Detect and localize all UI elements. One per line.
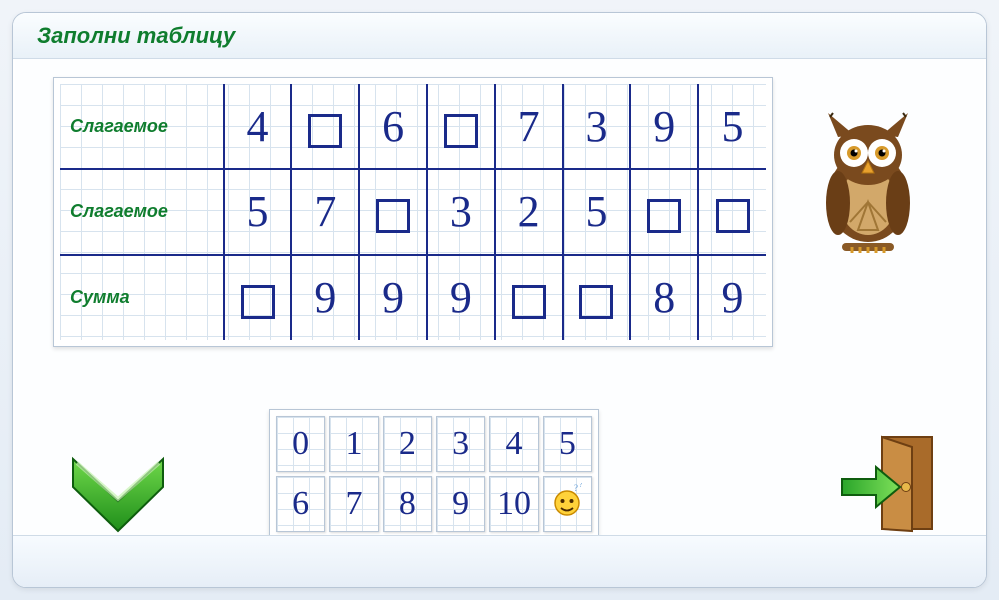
number-palette: 012345 678910?? [269,409,599,539]
blank-cell[interactable] [563,255,631,340]
number-tile-1[interactable]: 1 [329,416,378,472]
blank-box-icon [444,114,478,148]
table-row: Слагаемое467395 [60,84,766,169]
check-button[interactable] [63,439,173,539]
hint-smiley-icon: ?? [550,483,584,525]
hint-tile[interactable]: ?? [543,476,592,532]
blank-cell[interactable] [427,84,495,169]
number-tile-6[interactable]: 6 [276,476,325,532]
blank-cell[interactable] [495,255,563,340]
number-tile-10[interactable]: 10 [489,476,538,532]
value-cell: 7 [291,169,359,254]
row-label: Слагаемое [60,169,224,254]
value-cell: 6 [359,84,427,169]
value-cell: 5 [224,169,292,254]
number-tile-3[interactable]: 3 [436,416,485,472]
value-cell: 9 [291,255,359,340]
number-tile-4[interactable]: 4 [489,416,538,472]
table-row: Слагаемое57325 [60,169,766,254]
number-tile-9[interactable]: 9 [436,476,485,532]
number-tile-7[interactable]: 7 [329,476,378,532]
page-title: Заполни таблицу [37,23,235,49]
owl-mascot-icon [808,107,928,262]
number-tile-2[interactable]: 2 [383,416,432,472]
svg-text:?: ? [574,483,578,493]
value-cell: 8 [630,255,698,340]
blank-cell[interactable] [630,169,698,254]
blank-box-icon [512,285,546,319]
svg-text:?: ? [579,483,582,489]
blank-cell[interactable] [291,84,359,169]
number-tile-0[interactable]: 0 [276,416,325,472]
value-cell: 4 [224,84,292,169]
row-label: Сумма [60,255,224,340]
value-cell: 9 [630,84,698,169]
number-tile-5[interactable]: 5 [543,416,592,472]
value-cell: 3 [563,84,631,169]
app-window: Заполни таблицу Слагаемое467395Слагаемое… [12,12,987,588]
blank-cell[interactable] [698,169,766,254]
blank-cell[interactable] [224,255,292,340]
value-cell: 3 [427,169,495,254]
table-row: Сумма99989 [60,255,766,340]
value-cell: 2 [495,169,563,254]
blank-box-icon [376,199,410,233]
value-cell: 9 [698,255,766,340]
blank-box-icon [647,199,681,233]
value-cell: 7 [495,84,563,169]
math-table: Слагаемое467395Слагаемое57325Сумма99989 [60,84,766,340]
titlebar: Заполни таблицу [13,13,986,59]
math-table-panel: Слагаемое467395Слагаемое57325Сумма99989 [53,77,773,347]
blank-box-icon [241,285,275,319]
value-cell: 5 [698,84,766,169]
blank-box-icon [579,285,613,319]
footer-strip [13,535,986,587]
value-cell: 9 [427,255,495,340]
number-tile-8[interactable]: 8 [383,476,432,532]
row-label: Слагаемое [60,84,224,169]
value-cell: 9 [359,255,427,340]
content-area: Слагаемое467395Слагаемое57325Сумма99989 [13,59,986,529]
value-cell: 5 [563,169,631,254]
blank-box-icon [308,114,342,148]
exit-button[interactable] [836,429,946,544]
blank-cell[interactable] [359,169,427,254]
blank-box-icon [716,199,750,233]
